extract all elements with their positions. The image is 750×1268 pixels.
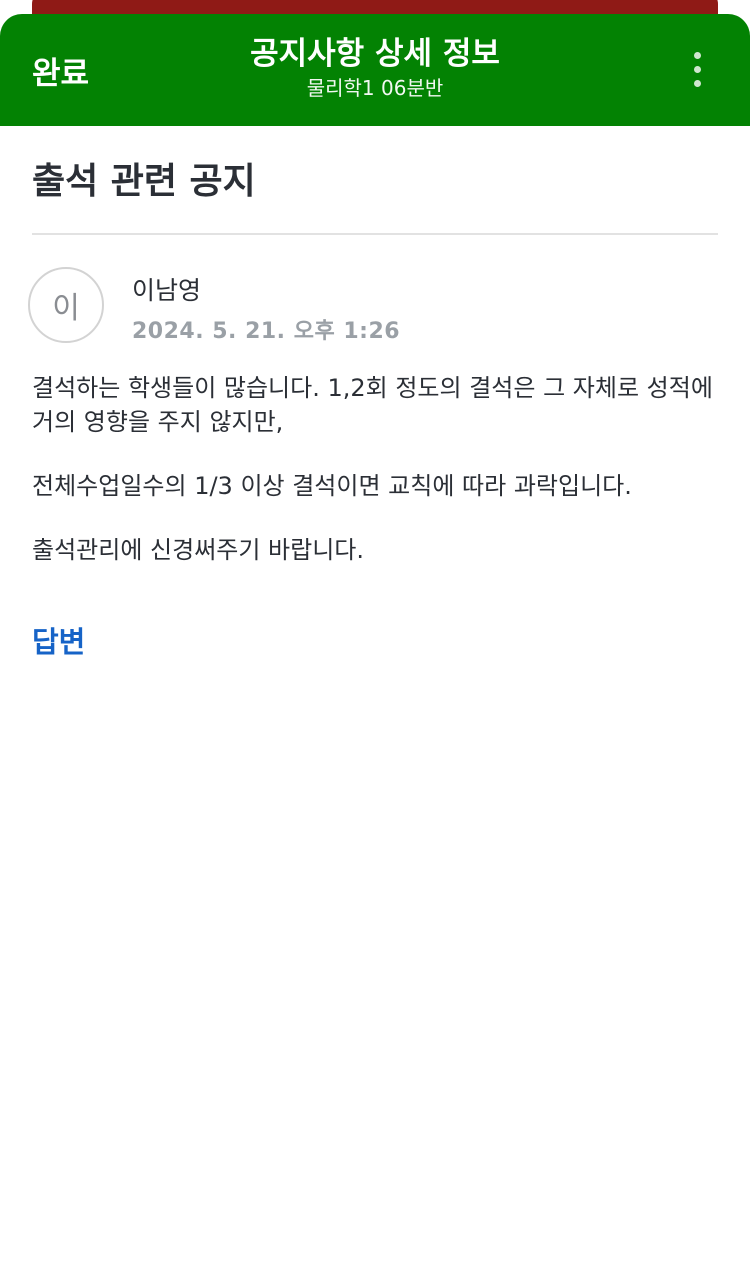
notice-paragraph: 전체수업일수의 1/3 이상 결석이면 교칙에 따라 과락입니다. [32,472,632,500]
author-name: 이남영 [132,276,202,305]
more-dot [694,66,701,73]
divider [32,233,718,235]
notice-paragraph: 출석관리에 신경써주기 바랍니다. [32,536,365,564]
author-row: 이 이남영 2024. 5. 21. 오후 1:26 [28,267,718,371]
page-title: 공지사항 상세 정보 [250,36,500,72]
notice-content: 출석 관련 공지 이 이남영 2024. 5. 21. 오후 1:26 결석하는… [0,126,750,661]
avatar: 이 [28,267,104,343]
notice-body: 결석하는 학생들이 많습니다. 1,2회 정도의 결석은 그 자체로 성적에 거… [32,371,718,567]
course-subtitle: 물리학1 06분반 [306,76,444,100]
more-dot [694,52,701,59]
notice-title: 출석 관련 공지 [32,161,256,202]
notice-detail-sheet: 완료 공지사항 상세 정보 물리학1 06분반 출석 관련 공지 이 이남영 2… [0,14,750,1268]
header-bar: 완료 공지사항 상세 정보 물리학1 06분반 [0,14,750,126]
more-vertical-icon[interactable] [686,50,710,90]
post-date: 2024. 5. 21. 오후 1:26 [132,319,401,344]
more-dot [694,80,701,87]
header-titles: 공지사항 상세 정보 물리학1 06분반 [0,34,750,102]
notice-paragraph: 결석하는 학생들이 많습니다. 1,2회 정도의 결석은 그 자체로 성적에 거… [32,374,713,436]
reply-button[interactable]: 답변 [32,619,85,661]
